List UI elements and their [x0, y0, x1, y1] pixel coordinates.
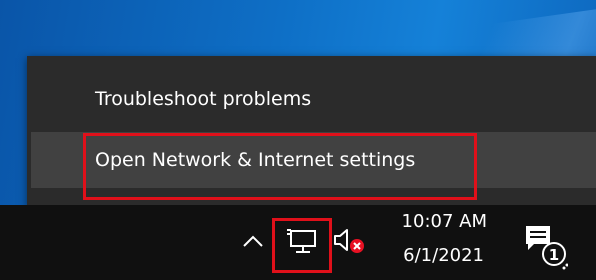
network-icon[interactable]: [284, 226, 320, 256]
menu-item-label: Open Network & Internet settings: [95, 149, 416, 171]
clock-date: 6/1/2021: [403, 245, 484, 266]
menu-item-open-network-settings[interactable]: Open Network & Internet settings: [31, 132, 596, 188]
menu-item-troubleshoot-problems[interactable]: Troubleshoot problems: [31, 71, 596, 127]
clock-time: 10:07 AM: [401, 211, 487, 232]
chevron-up-icon[interactable]: [240, 228, 266, 254]
volume-muted-icon[interactable]: [332, 226, 368, 258]
notification-count: 1: [549, 246, 559, 264]
menu-item-label: Troubleshoot problems: [95, 88, 312, 110]
network-context-menu: Troubleshoot problems Open Network & Int…: [27, 56, 596, 208]
taskbar-clock[interactable]: 10:07 AM 6/1/2021: [384, 205, 496, 280]
action-center-icon[interactable]: 1: [520, 222, 569, 270]
